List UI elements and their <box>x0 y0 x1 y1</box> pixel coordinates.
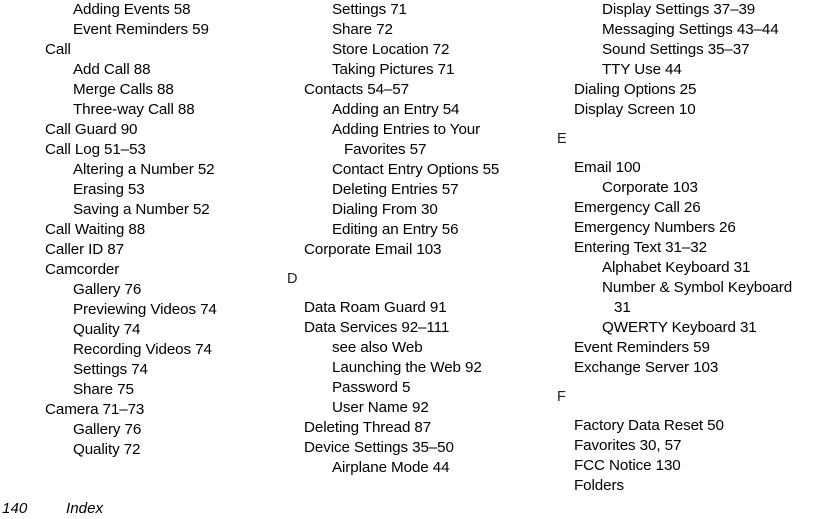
index-entry: Data Roam Guard 91 <box>304 299 447 316</box>
index-entry-continuation: Favorites 57 <box>344 141 427 158</box>
index-entry: Deleting Thread 87 <box>304 419 432 436</box>
index-entry: Camera 71–73 <box>45 401 145 418</box>
index-subentry: Taking Pictures 71 <box>332 61 455 78</box>
index-entry: Factory Data Reset 50 <box>574 417 724 434</box>
index-subentry: Merge Calls 88 <box>73 81 174 98</box>
index-entry: Device Settings 35–50 <box>304 439 454 456</box>
index-subentry: Three-way Call 88 <box>73 101 195 118</box>
index-column-2: Settings 71 Share 72 Store Location 72 Taki… <box>287 0 560 486</box>
footer-page-number: 140 <box>2 500 28 517</box>
index-subentry: Saving a Number 52 <box>73 201 210 218</box>
section-letter: D <box>287 271 298 287</box>
index-entry: Caller ID 87 <box>45 241 124 258</box>
index-subentry: Erasing 53 <box>73 181 145 198</box>
index-subentry: Sound Settings 35–37 <box>602 41 750 58</box>
index-subentry: QWERTY Keyboard 31 <box>602 319 757 336</box>
page-footer: 140 Index <box>0 498 818 519</box>
index-subentry: Share 75 <box>73 381 134 398</box>
index-entry: Call Guard 90 <box>45 121 138 138</box>
index-subentry: Gallery 76 <box>73 421 142 438</box>
index-entry: Call Waiting 88 <box>45 221 146 238</box>
index-subentry: Airplane Mode 44 <box>332 459 450 476</box>
index-subentry: Event Reminders 59 <box>73 21 209 38</box>
index-subentry: Recording Videos 74 <box>73 341 212 358</box>
index-subentry: Add Call 88 <box>73 61 151 78</box>
index-subentry: Editing an Entry 56 <box>332 221 459 238</box>
section-letter: E <box>557 131 567 147</box>
index-subentry: Messaging Settings 43–44 <box>602 21 779 38</box>
index-columns: Adding Events 58 Event Reminders 59 Call Ad… <box>0 0 818 494</box>
index-subentry: Previewing Videos 74 <box>73 301 217 318</box>
index-entry: Data Services 92–111 <box>304 319 450 336</box>
index-entry: Exchange Server 103 <box>574 359 719 376</box>
index-subentry: see also Web <box>332 339 423 356</box>
index-subentry: Quality 74 <box>73 321 141 338</box>
index-column-3: Display Settings 37–39 Messaging Settings… <box>557 0 818 494</box>
index-subentry: Dialing From 30 <box>332 201 438 218</box>
index-subentry: Deleting Entries 57 <box>332 181 459 198</box>
index-entry: Emergency Call 26 <box>574 199 701 216</box>
index-subentry: Altering a Number 52 <box>73 161 215 178</box>
index-subentry: TTY Use 44 <box>602 61 682 78</box>
index-entry: Dialing Options 25 <box>574 81 697 98</box>
index-entry: Contacts 54–57 <box>304 81 409 98</box>
index-entry: Corporate Email 103 <box>304 241 442 258</box>
index-entry: Folders <box>574 477 624 494</box>
index-entry-continuation: 31 <box>614 299 631 316</box>
index-subentry: Password 5 <box>332 379 411 396</box>
index-subentry: User Name 92 <box>332 399 429 416</box>
index-subentry: Contact Entry Options 55 <box>332 161 500 178</box>
index-entry: Entering Text 31–32 <box>574 239 707 256</box>
index-entry: Event Reminders 59 <box>574 339 710 356</box>
index-subentry: Alphabet Keyboard 31 <box>602 259 751 276</box>
index-entry: Emergency Numbers 26 <box>574 219 736 236</box>
index-subentry: Settings 71 <box>332 1 407 18</box>
index-subentry: Share 72 <box>332 21 393 38</box>
index-subentry: Adding Events 58 <box>73 1 191 18</box>
index-subentry: Settings 74 <box>73 361 148 378</box>
index-subentry: Adding an Entry 54 <box>332 101 460 118</box>
section-letter: F <box>557 389 566 405</box>
index-subentry: Display Settings 37–39 <box>602 1 756 18</box>
index-subentry: Corporate 103 <box>602 179 698 196</box>
index-entry: Call Log 51–53 <box>45 141 146 158</box>
index-subentry: Quality 72 <box>73 441 141 458</box>
index-subentry: Number & Symbol Keyboard <box>602 279 793 296</box>
index-column-1: Adding Events 58 Event Reminders 59 Call Ad… <box>0 0 288 486</box>
index-subentry: Store Location 72 <box>332 41 450 58</box>
index-page: Adding Events 58 Event Reminders 59 Call Ad… <box>0 0 818 519</box>
index-entry: Camcorder <box>45 261 120 278</box>
index-entry: Display Screen 10 <box>574 101 696 118</box>
index-entry: Favorites 30, 57 <box>574 437 682 454</box>
footer-label: Index <box>66 500 104 517</box>
index-subentry: Gallery 76 <box>73 281 142 298</box>
index-subentry: Launching the Web 92 <box>332 359 482 376</box>
index-entry: Email 100 <box>574 159 641 176</box>
index-subentry: Adding Entries to Your <box>332 121 481 138</box>
index-entry: Call <box>45 41 71 58</box>
index-entry: FCC Notice 130 <box>574 457 681 474</box>
